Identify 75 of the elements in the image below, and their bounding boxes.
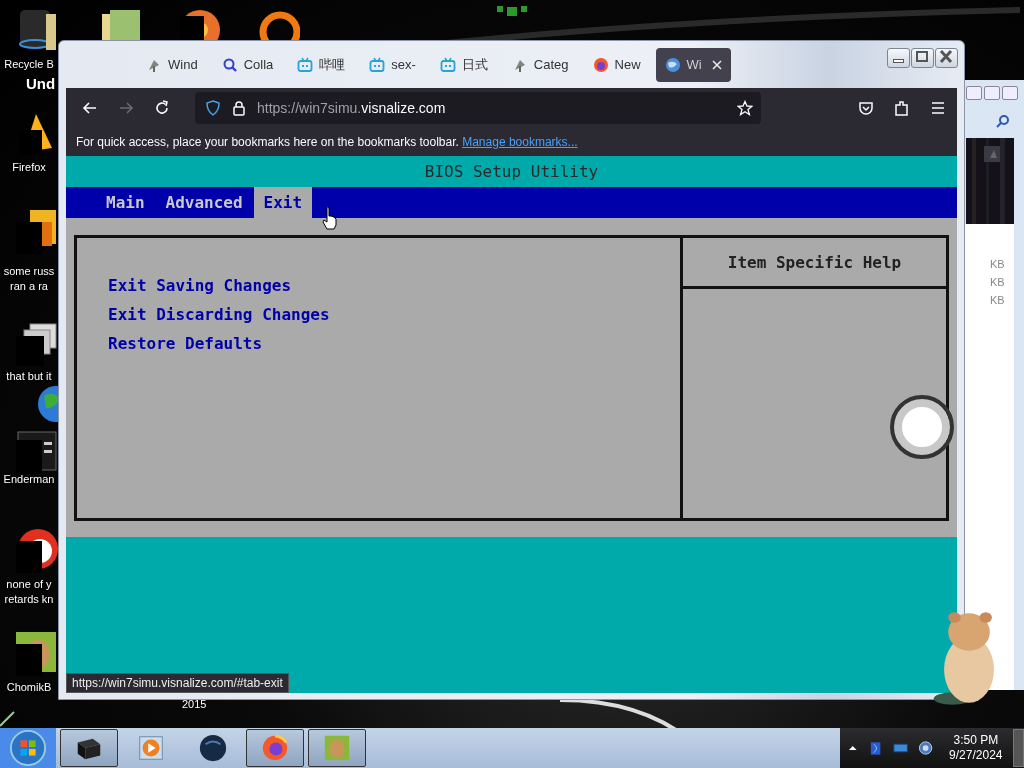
bios-menu-tab[interactable]: Exit (253, 187, 313, 218)
icon-label[interactable]: that but it (0, 370, 58, 383)
browser-tab[interactable]: Categ (502, 47, 578, 82)
icon-label[interactable]: some russ (0, 265, 58, 278)
file-size-text: KB (990, 276, 1005, 288)
browser-tab[interactable]: Colla (212, 47, 283, 82)
close-tab-icon[interactable] (711, 59, 722, 70)
tv-icon (439, 56, 456, 73)
icon-label[interactable]: ChomikB (0, 681, 58, 694)
ball-icon[interactable] (14, 527, 58, 575)
clock-time: 3:50 PM (953, 733, 999, 748)
icon-label[interactable]: ran a ra (0, 280, 58, 293)
bookmarks-toolbar-message: For quick access, place your bookmarks here on the bookmarks toolbar. Manage bookmarks... (76, 134, 578, 149)
fox-icon (260, 733, 290, 763)
icon-label[interactable]: Enderman (0, 473, 58, 486)
globe-icon (664, 56, 681, 73)
browser-tab[interactable]: sex- (360, 47, 425, 82)
desktop-text: Und (26, 75, 56, 92)
desktop-text: 2015 (182, 698, 207, 710)
url-text: https://win7simu.visnalize.com (257, 99, 446, 116)
clock[interactable]: 3:50 PM 9/27/2024 (949, 733, 1003, 763)
icon-label[interactable]: Recycle B (0, 58, 58, 71)
search-icon (221, 56, 238, 73)
bios-menu-tab[interactable]: Advanced (155, 187, 253, 218)
show-desktop-button[interactable] (1012, 729, 1024, 767)
show-hidden-icons-icon[interactable] (848, 743, 858, 753)
file-size-text: KB (990, 294, 1005, 306)
status-lights-icon (497, 4, 527, 16)
minimize-icon (893, 58, 904, 63)
search-icon[interactable] (996, 114, 1010, 128)
manage-bookmarks-link[interactable]: Manage bookmarks... (462, 134, 578, 149)
shield-icon[interactable] (205, 99, 221, 116)
bios-option[interactable]: Restore Defaults (108, 334, 680, 353)
floating-button[interactable] (894, 399, 950, 455)
clock-date: 9/27/2024 (949, 748, 1003, 763)
fox-icon (592, 56, 609, 73)
windows-orb-icon (9, 729, 47, 767)
close-button[interactable] (1002, 86, 1018, 100)
icon-label[interactable]: retards kn (0, 593, 58, 606)
maximize-button[interactable] (984, 86, 1000, 100)
browser-tab[interactable]: 哔哩 (288, 47, 355, 82)
reload-icon[interactable] (153, 98, 171, 117)
close-button[interactable] (935, 47, 958, 68)
icon-label[interactable]: none of y (0, 578, 58, 591)
file-size-text: KB (990, 258, 1005, 270)
tv-icon (297, 56, 314, 73)
maximize-button[interactable] (911, 47, 934, 68)
hamster-icon[interactable] (14, 630, 58, 678)
speaker-icon[interactable] (917, 740, 934, 756)
taskbar-button[interactable] (308, 729, 366, 767)
hand-cursor-icon (322, 206, 338, 230)
browser-tab[interactable]: Wind (137, 47, 207, 82)
bios-title: BIOS Setup Utility (424, 162, 599, 181)
browser-tab[interactable]: Wi (655, 47, 731, 82)
taskbar-button[interactable] (60, 729, 118, 767)
puzzle-icon[interactable] (893, 98, 911, 117)
terminal-icon[interactable] (14, 428, 58, 476)
play-icon (136, 733, 166, 763)
bios-option[interactable]: Exit Discarding Changes (108, 305, 680, 324)
lock-icon[interactable] (231, 99, 247, 116)
address-bar[interactable]: https://win7simu.visnalize.com (195, 91, 761, 124)
taskbar-button[interactable] (246, 729, 304, 767)
status-url: https://win7simu.visnalize.com/#tab-exit (66, 673, 289, 693)
bios-menu-tab[interactable]: Main (96, 187, 155, 218)
globe-icon (198, 733, 228, 763)
start-button[interactable] (0, 728, 56, 768)
hamster-icon (322, 733, 352, 763)
minimize-button[interactable] (887, 47, 910, 68)
icon-label[interactable]: Firefox (0, 161, 58, 174)
browser-tab[interactable]: New (583, 47, 650, 82)
help-heading: Item Specific Help (727, 252, 902, 272)
tv-icon (369, 56, 386, 73)
star-icon[interactable] (737, 99, 753, 116)
browser-tab[interactable]: 日式 (430, 47, 497, 82)
bios-option[interactable]: Exit Saving Changes (108, 276, 680, 295)
